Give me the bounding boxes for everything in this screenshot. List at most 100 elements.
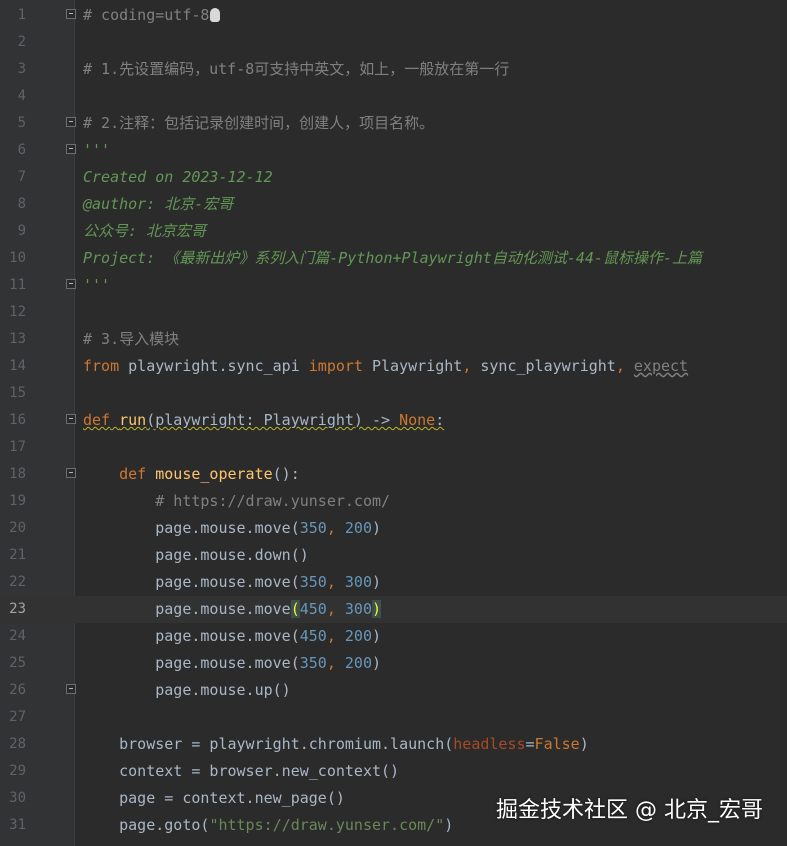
- code-line[interactable]: 9 公众号: 北京宏哥: [0, 218, 787, 245]
- code-line[interactable]: 10 Project: 《最新出炉》系列入门篇-Python+Playwright…: [0, 245, 787, 272]
- code-token: page.mouse.move: [83, 600, 291, 618]
- code-line[interactable]: 20 page.mouse.move(350, 200): [0, 515, 787, 542]
- code-text: page.mouse.move(350, 200): [83, 515, 381, 542]
- code-line[interactable]: 28 browser = playwright.chromium.launch(…: [0, 731, 787, 758]
- code-token: ): [372, 600, 382, 618]
- code-token: 200: [344, 654, 372, 672]
- code-editor[interactable]: 1 # coding=utf-8 2 3 # 1.先设置编码，utf-8可支持中英文，如…: [0, 0, 787, 846]
- line-number: 7: [17, 169, 26, 185]
- line-number: 1: [17, 7, 26, 23]
- line-number: 27: [9, 709, 26, 725]
- line-number: 3: [17, 61, 26, 77]
- code-line[interactable]: 14 from playwright.sync_api import Playwr…: [0, 353, 787, 380]
- code-line[interactable]: 24 page.mouse.move(450, 200): [0, 623, 787, 650]
- code-line[interactable]: 22 page.mouse.move(350, 300): [0, 569, 787, 596]
- code-token: Playwright: [362, 357, 463, 375]
- line-number: 14: [9, 358, 26, 374]
- code-token: ): [372, 573, 382, 591]
- code-line[interactable]: 29 context = browser.new_context(): [0, 758, 787, 785]
- code-token: ): [579, 735, 589, 753]
- fold-toggle-icon[interactable]: [66, 684, 76, 694]
- code-token: 350: [299, 573, 327, 591]
- code-token: ,: [615, 357, 634, 375]
- line-number: 30: [9, 790, 26, 806]
- code-token: ''': [83, 276, 111, 294]
- code-token: # 2.注释：包括记录创建时间，创建人，项目名称。: [83, 114, 435, 132]
- code-line[interactable]: 19 # https://draw.yunser.com/: [0, 488, 787, 515]
- fold-toggle-icon[interactable]: [66, 117, 76, 127]
- fold-toggle-icon[interactable]: [66, 468, 76, 478]
- code-line[interactable]: 17: [0, 434, 787, 461]
- code-line[interactable]: 13 # 3.导入模块: [0, 326, 787, 353]
- watermark: 掘金技术社区 @ 北京_宏哥: [496, 798, 763, 823]
- code-text: Created on 2023-12-12: [83, 164, 273, 191]
- code-token: page.mouse.move(: [83, 627, 300, 645]
- code-token: 公众号: 北京宏哥: [83, 222, 207, 240]
- code-line[interactable]: 18 def mouse_operate():: [0, 461, 787, 488]
- code-token: 200: [344, 627, 372, 645]
- code-token: sync_playwright: [480, 357, 616, 375]
- line-number: 19: [9, 493, 26, 509]
- line-number: 16: [9, 412, 26, 428]
- code-token: def: [83, 411, 111, 429]
- code-text: # 1.先设置编码，utf-8可支持中英文，如上，一般放在第一行: [83, 56, 509, 83]
- fold-toggle-icon[interactable]: [66, 144, 76, 154]
- code-token: False: [534, 735, 580, 753]
- fold-toggle-icon[interactable]: [66, 9, 76, 19]
- code-token: 450: [299, 627, 327, 645]
- code-token: playwright.sync_api: [119, 357, 309, 375]
- code-token: # 1.先设置编码，utf-8可支持中英文，如上，一般放在第一行: [83, 60, 510, 78]
- code-token: headless: [453, 735, 526, 753]
- code-line[interactable]: 15: [0, 380, 787, 407]
- code-line[interactable]: 8 @author: 北京-宏哥: [0, 191, 787, 218]
- code-text: 公众号: 北京宏哥: [83, 218, 206, 245]
- code-token: :: [435, 411, 445, 429]
- code-token: 300: [344, 600, 372, 618]
- code-line[interactable]: 11 ''': [0, 272, 787, 299]
- code-token: page.mouse.up(): [83, 681, 291, 699]
- code-token: Project: 《最新出炉》系列入门篇-Python+Playwright自动…: [83, 249, 702, 267]
- code-token: browser = playwright.chromium.launch(: [83, 735, 454, 753]
- code-token: page.mouse.move(: [83, 519, 300, 537]
- code-line[interactable]: 21 page.mouse.down(): [0, 542, 787, 569]
- code-text: page.mouse.up(): [83, 677, 291, 704]
- code-line[interactable]: 1 # coding=utf-8: [0, 2, 787, 29]
- code-line[interactable]: 6 ''': [0, 137, 787, 164]
- code-token: 300: [344, 573, 372, 591]
- code-token: ): [372, 654, 382, 672]
- code-text: page.goto("https://draw.yunser.com/"): [83, 812, 453, 839]
- line-number: 28: [9, 736, 26, 752]
- code-line[interactable]: 27: [0, 704, 787, 731]
- fold-toggle-icon[interactable]: [66, 414, 76, 424]
- code-line[interactable]: 25 page.mouse.move(350, 200): [0, 650, 787, 677]
- line-number: 21: [9, 547, 26, 563]
- code-token: ''': [83, 141, 111, 159]
- code-token: @author: 北京-宏哥: [83, 195, 234, 213]
- code-token: ,: [326, 600, 345, 618]
- code-line[interactable]: 3 # 1.先设置编码，utf-8可支持中英文，如上，一般放在第一行: [0, 56, 787, 83]
- code-line[interactable]: 2: [0, 29, 787, 56]
- line-number: 23: [9, 601, 26, 617]
- code-token: Created on 2023-12-12: [83, 168, 273, 186]
- fold-toggle-icon[interactable]: [66, 279, 76, 289]
- code-line[interactable]: 26 page.mouse.up(): [0, 677, 787, 704]
- code-text: page.mouse.move(350, 200): [83, 650, 381, 677]
- code-line[interactable]: 12: [0, 299, 787, 326]
- code-token: page.mouse.move(: [83, 573, 300, 591]
- code-text: @author: 北京-宏哥: [83, 191, 233, 218]
- code-text: Project: 《最新出炉》系列入门篇-Python+Playwright自动…: [83, 245, 702, 272]
- code-token: context = browser.new_context(): [83, 762, 400, 780]
- line-number: 24: [9, 628, 26, 644]
- code-token: page.mouse.down(): [83, 546, 309, 564]
- line-number: 25: [9, 655, 26, 671]
- code-text: page = context.new_page(): [83, 785, 345, 812]
- code-line[interactable]: 7 Created on 2023-12-12: [0, 164, 787, 191]
- code-text: # 2.注释：包括记录创建时间，创建人，项目名称。: [83, 110, 434, 137]
- code-line[interactable]: 16 def run(playwright: Playwright) -> Non…: [0, 407, 787, 434]
- code-line[interactable]: 23 page.mouse.move(450, 300): [0, 596, 787, 623]
- code-text: ''': [83, 272, 110, 299]
- code-line[interactable]: 5 # 2.注释：包括记录创建时间，创建人，项目名称。: [0, 110, 787, 137]
- line-number: 2: [17, 34, 26, 50]
- code-line[interactable]: 4: [0, 83, 787, 110]
